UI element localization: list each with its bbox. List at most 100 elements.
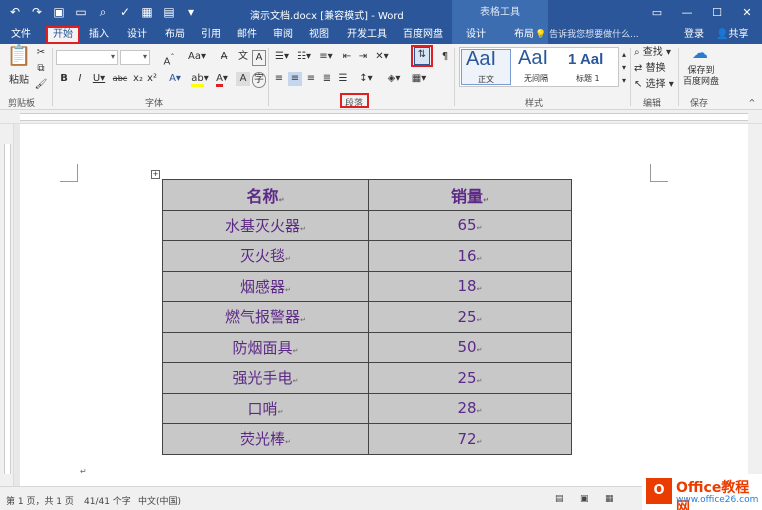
align-center-icon[interactable]: ≡ [288, 72, 302, 86]
web-layout-icon[interactable]: ▦ [605, 494, 614, 504]
word-count[interactable]: 41/41 个字 [84, 494, 131, 507]
chinese-layout-icon[interactable]: ✕▾ [372, 50, 392, 64]
highlight-icon[interactable]: ab▾ [190, 72, 210, 87]
undo-icon[interactable]: ↶ [8, 4, 22, 20]
replace-button[interactable]: ⇄ 替换 [634, 62, 678, 76]
table-cell[interactable]: 18↵ [368, 270, 572, 302]
language-indicator[interactable]: 中文(中国) [138, 494, 181, 507]
change-case-icon[interactable]: Aa▾ [186, 50, 208, 64]
style-normal[interactable]: AaI 正文 [461, 48, 511, 85]
justify-icon[interactable]: ≣ [320, 72, 334, 86]
tell-me-search[interactable]: 💡 告诉我您想要做什么... [535, 26, 639, 44]
header-cell-sales[interactable]: 销量↵ [368, 179, 572, 211]
table-cell[interactable]: 25↵ [368, 362, 572, 394]
vertical-ruler[interactable] [0, 124, 14, 486]
char-shading-icon[interactable]: A [236, 72, 250, 86]
open-icon[interactable]: ▤ [162, 4, 176, 20]
paste-label[interactable]: 粘贴 [6, 74, 32, 88]
tab-design[interactable]: 设计 [122, 26, 152, 44]
redo-icon[interactable]: ↷ [30, 4, 44, 20]
close-icon[interactable]: ✕ [732, 0, 762, 26]
table-cell[interactable]: 72↵ [368, 423, 572, 455]
superscript-icon[interactable]: x² [146, 72, 158, 86]
align-right-icon[interactable]: ≡ [304, 72, 318, 86]
phonetic-icon[interactable]: 文 [236, 50, 250, 64]
print-preview-icon[interactable]: ⌕ [96, 4, 110, 20]
print-layout-icon[interactable]: ▣ [580, 494, 589, 504]
tab-mailings[interactable]: 邮件 [232, 26, 262, 44]
data-table[interactable]: 名称↵ 销量↵ 水基灭火器↵ 65↵ 灭火毯↵ 16↵ 烟感器↵ 18↵ 燃气报… [162, 179, 572, 455]
multilevel-list-icon[interactable]: ≡▾ [316, 50, 336, 64]
table-cell[interactable]: 50↵ [368, 331, 572, 363]
styles-gallery[interactable]: AaI 正文 AaI 无间隔 1 Aal 标题 1 [459, 47, 619, 87]
tab-insert[interactable]: 插入 [84, 26, 114, 44]
save-icon[interactable]: ▣ [52, 4, 66, 20]
font-size-combo[interactable]: ▾ [120, 50, 150, 65]
line-spacing-icon[interactable]: ↕▾ [356, 72, 376, 86]
more-icon[interactable]: ▾ [184, 4, 198, 20]
subscript-icon[interactable]: x₂ [132, 72, 144, 86]
table-move-handle-icon[interactable]: + [151, 170, 160, 179]
tab-file[interactable]: 文件 [6, 26, 36, 44]
table-cell[interactable]: 灭火毯↵ [162, 240, 369, 272]
enclose-char-icon[interactable]: 字 [252, 72, 266, 88]
align-left-icon[interactable]: ≡ [272, 72, 286, 86]
tab-baidu-netdisk[interactable]: 百度网盘 [398, 26, 448, 44]
italic-icon[interactable]: I [74, 72, 86, 86]
style-no-spacing[interactable]: AaI 无间隔 [514, 47, 564, 85]
increase-font-icon[interactable]: Aˆ [158, 50, 180, 69]
maximize-icon[interactable]: ☐ [702, 0, 732, 26]
tab-table-design[interactable]: 设计 [452, 26, 500, 44]
underline-icon[interactable]: U▾ [90, 72, 108, 86]
bold-icon[interactable]: B [58, 72, 70, 86]
spell-icon[interactable]: ✓ [118, 4, 132, 20]
document-page[interactable]: + 名称↵ 销量↵ 水基灭火器↵ 65↵ 灭火毯↵ 16↵ 烟感器↵ 18↵ 燃… [20, 124, 748, 486]
numbering-icon[interactable]: ☷▾ [294, 50, 314, 64]
borders-icon[interactable]: ▦▾ [408, 72, 430, 86]
share-button[interactable]: 👤共享 [716, 26, 748, 44]
table-cell[interactable]: 荧光棒↵ [162, 423, 369, 455]
table-cell[interactable]: 25↵ [368, 301, 572, 333]
clear-format-icon[interactable]: A̶ [216, 50, 232, 64]
distributed-icon[interactable]: ☰ [336, 72, 350, 86]
tab-review[interactable]: 审阅 [268, 26, 298, 44]
baidu-cloud-icon[interactable]: ☁ [690, 45, 710, 61]
font-color-icon[interactable]: A▾ [212, 72, 232, 87]
styles-scroll-down-icon[interactable]: ▾ [620, 61, 628, 75]
vertical-scrollbar[interactable] [748, 124, 762, 486]
copy-icon[interactable]: ⧉ [34, 62, 48, 76]
table-cell[interactable]: 65↵ [368, 209, 572, 241]
table-cell[interactable]: 16↵ [368, 240, 572, 272]
table-cell[interactable]: 强光手电↵ [162, 362, 369, 394]
read-mode-icon[interactable]: ▤ [555, 494, 564, 504]
table-cell[interactable]: 水基灭火器↵ [162, 209, 369, 241]
format-painter-icon[interactable]: 🖌 [34, 78, 48, 92]
tab-developer[interactable]: 开发工具 [342, 26, 392, 44]
bullets-icon[interactable]: ☰▾ [272, 50, 292, 64]
new-icon[interactable]: ▭ [74, 4, 88, 20]
ribbon-display-icon[interactable]: ▭ [642, 0, 672, 26]
select-button[interactable]: ↖ 选择 ▾ [634, 78, 678, 92]
table-cell[interactable]: 28↵ [368, 392, 572, 424]
login-button[interactable]: 登录 [684, 26, 704, 44]
table-icon[interactable]: ▦ [140, 4, 154, 20]
font-name-combo[interactable]: ▾ [56, 50, 118, 65]
char-border-icon[interactable]: A [252, 50, 266, 66]
tab-home[interactable]: 开始 [46, 26, 80, 44]
horizontal-ruler[interactable] [0, 110, 762, 124]
cut-icon[interactable]: ✂ [34, 46, 48, 60]
strikethrough-icon[interactable]: abc [110, 72, 130, 86]
style-heading-1[interactable]: 1 Aal 标题 1 [566, 49, 616, 85]
find-button[interactable]: ⌕ 查找 ▾ [634, 46, 678, 60]
table-cell[interactable]: 防烟面具↵ [162, 331, 369, 363]
shading-icon[interactable]: ◈▾ [384, 72, 404, 86]
increase-indent-icon[interactable]: ⇥ [356, 50, 370, 64]
text-effects-icon[interactable]: A▾ [164, 72, 186, 86]
tab-layout[interactable]: 布局 [160, 26, 190, 44]
styles-more-icon[interactable]: ▾ [620, 74, 628, 88]
save-to-baidu-button[interactable]: 保存到 百度网盘 [680, 66, 722, 88]
show-marks-icon[interactable]: ¶ [438, 50, 452, 64]
decrease-indent-icon[interactable]: ⇤ [340, 50, 354, 64]
page-count[interactable]: 第 1 页，共 1 页 [6, 494, 74, 507]
minimize-icon[interactable]: — [672, 0, 702, 26]
